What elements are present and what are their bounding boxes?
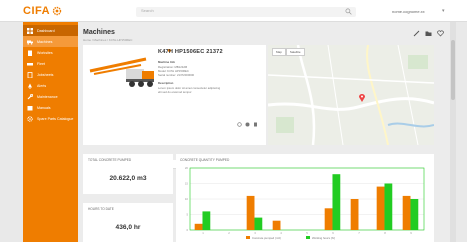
edit-icon[interactable]	[413, 30, 420, 37]
scrollbar-thumb[interactable]	[451, 40, 455, 100]
chart-bar-concrete	[246, 195, 255, 230]
legend-swatch	[306, 236, 310, 239]
y-tick-label: 5	[186, 213, 188, 217]
y-tick-label: 15	[185, 182, 189, 186]
sidebar-item-alerts[interactable]: Alerts	[23, 80, 78, 91]
sidebar-item-spare-parts[interactable]: Spare Parts Catalogue	[23, 113, 78, 124]
location-map[interactable]: Map Satellite	[268, 45, 434, 145]
sidebar-item-label: Alerts	[37, 83, 47, 88]
settings-icon[interactable]	[237, 122, 242, 127]
fleet-icon	[27, 62, 33, 65]
folder-icon[interactable]	[425, 30, 432, 37]
sidebar-item-label: Machines	[37, 39, 53, 44]
truck-icon	[27, 40, 33, 45]
breadcrumb[interactable]: Home / Machines / K47H-HP1506EC	[83, 38, 132, 42]
chart-bar-hours	[332, 174, 341, 230]
chart-bar-concrete	[194, 223, 203, 230]
document-icon[interactable]	[253, 122, 258, 127]
cifa-logo[interactable]: CIFA	[23, 4, 62, 18]
sidebar-item-fleet[interactable]: Fleet	[23, 58, 78, 69]
dashboard-icon	[27, 27, 33, 34]
machine-section-title: Description	[158, 81, 174, 85]
machine-info-line: Serial number: 21372000000	[158, 73, 195, 77]
wrench-icon	[27, 93, 33, 99]
chart-bar-concrete	[350, 199, 359, 230]
search-icon[interactable]	[345, 8, 352, 15]
sidebar-item-jobsheets[interactable]: Jobsheets	[23, 69, 78, 80]
chart-bar-hours	[384, 183, 393, 230]
kpi-card-concrete: TOTAL CONCRETE PUMPED 20.622,0 m3	[83, 154, 173, 194]
sidebar-item-worksites[interactable]: Worksites	[23, 47, 78, 58]
x-tick-label: 7	[358, 231, 360, 235]
sidebar-item-label: Fleet	[37, 61, 45, 66]
kpi-label: HOURS TO DATE	[88, 207, 114, 211]
sidebar-item-dashboard[interactable]: Dashboard	[23, 25, 78, 36]
user-name[interactable]: nome.cognome.xx	[392, 9, 425, 14]
chart-bar-concrete	[324, 208, 333, 230]
clipboard-icon	[27, 71, 33, 78]
x-tick-label: 3	[254, 231, 256, 235]
top-bar: CIFA Search nome.cognome.xx ▾	[0, 0, 467, 22]
search-input[interactable]: Search	[136, 7, 356, 17]
machine-section-title: Machine Info	[158, 60, 176, 64]
sidebar-item-label: Spare Parts Catalogue	[37, 116, 74, 121]
machine-info-card: K47H HP1506EC 21372 Machine Info Registr…	[83, 45, 266, 145]
x-tick-label: 1	[202, 231, 204, 235]
building-icon	[28, 50, 32, 56]
x-tick-label: 9	[410, 231, 412, 235]
legend-swatch	[246, 236, 250, 239]
x-tick-label: 8	[384, 231, 386, 235]
x-tick-label: 2	[228, 231, 230, 235]
logo-text: CIFA	[23, 5, 51, 17]
map-tab-satellite[interactable]: Satellite	[285, 48, 305, 56]
map-canvas[interactable]	[268, 45, 434, 145]
map-tab-map[interactable]: Map	[272, 48, 286, 56]
machine-name: K47H HP1506EC 21372	[158, 49, 223, 55]
sidebar-item-label: Maintenance	[37, 94, 58, 99]
x-tick-label: 4	[280, 231, 282, 235]
kpi-value: 20.622,0 m3	[109, 175, 147, 182]
sidebar-item-manuals[interactable]: Manuals	[23, 102, 78, 113]
info-icon[interactable]	[245, 122, 250, 127]
search-placeholder: Search	[141, 8, 154, 13]
chart-bar-concrete	[402, 195, 411, 230]
y-tick-label: 10	[185, 197, 189, 201]
x-tick-label: 6	[332, 231, 334, 235]
y-tick-label: 0	[186, 228, 188, 232]
legend-label: Concrete pumped (m3)	[252, 236, 281, 240]
bell-icon	[28, 83, 32, 89]
chart-bar-hours	[202, 211, 211, 230]
main-content: Machines Home / Machines / K47H-HP1506EC…	[78, 22, 450, 242]
sidebar-item-label: Worksites	[37, 50, 53, 55]
chart-bar-concrete	[272, 220, 281, 230]
book-icon	[27, 105, 33, 110]
heart-icon[interactable]	[437, 30, 444, 37]
x-tick-label: 5	[306, 231, 308, 235]
machine-image	[86, 49, 158, 91]
gear-icon	[27, 115, 33, 122]
kpi-card-hours: HOURS TO DATE 436,0 hr	[83, 203, 173, 242]
chart-card: CONCRETE QUANTITY PUMPED 1 2 3 4 5 6 7 8 9 0 5 10 15…	[176, 154, 434, 242]
page-title: Machines	[83, 29, 115, 36]
sidebar-item-maintenance[interactable]: Maintenance	[23, 91, 78, 102]
y-tick-label: 20	[185, 166, 189, 170]
chart-bar-hours	[410, 199, 419, 230]
machine-description-line: elit sed do eiusmod tempor	[158, 90, 192, 94]
chart-bar-concrete	[376, 186, 385, 230]
sidebar-item-label: Manuals	[37, 105, 51, 110]
kpi-label: TOTAL CONCRETE PUMPED	[88, 158, 132, 162]
sidebar: Dashboard Machines Worksites Fleet Jobsh…	[23, 22, 78, 242]
chart-bar-hours	[254, 217, 263, 230]
kpi-value: 436,0 hr	[115, 224, 141, 231]
sidebar-item-machines[interactable]: Machines	[23, 36, 78, 47]
bar-chart: 1 2 3 4 5 6 7 8 9 0 5 10 15 20 Concrete pumped (m3) Wor…	[185, 166, 425, 240]
legend-label: Working hours (hr)	[312, 236, 335, 240]
sidebar-item-label: Dashboard	[37, 28, 55, 33]
chevron-down-icon[interactable]: ▾	[442, 8, 445, 14]
map-type-tabs: Map Satellite	[272, 48, 305, 56]
gear-icon	[52, 6, 62, 16]
sidebar-item-label: Jobsheets	[37, 72, 54, 77]
